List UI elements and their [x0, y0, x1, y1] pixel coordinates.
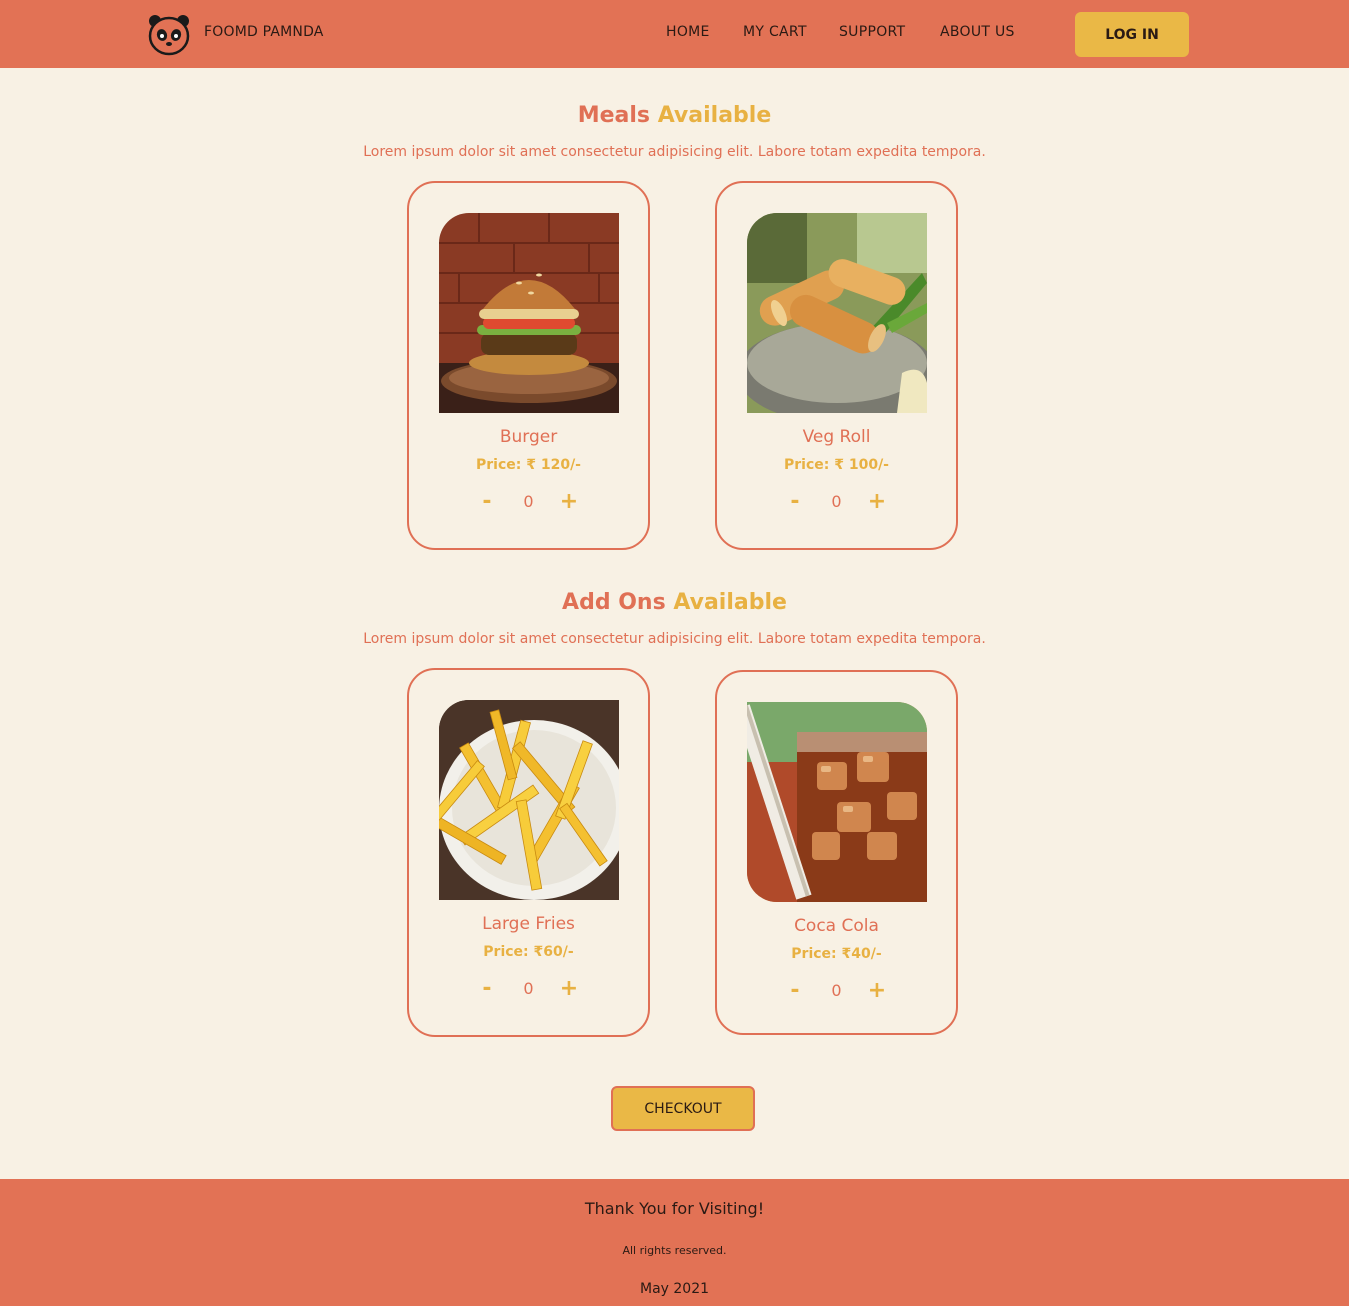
quantity-stepper: - 0 + — [409, 489, 648, 515]
item-name: Large Fries — [482, 914, 575, 934]
item-name: Coca Cola — [794, 916, 879, 936]
veg-roll-image — [747, 213, 927, 413]
footer-thanks: Thank You for Visiting! — [584, 1199, 765, 1218]
nav-my-cart[interactable]: MY CART — [743, 24, 807, 40]
addons-title-part2: Available — [673, 590, 787, 615]
quantity-value: 0 — [523, 979, 534, 998]
item-price: Price: ₹60/- — [483, 944, 574, 960]
nav-home[interactable]: HOME — [666, 24, 710, 40]
item-price: Price: ₹ 120/- — [476, 457, 581, 473]
login-button[interactable]: LOG IN — [1075, 12, 1189, 57]
addons-subtitle: Lorem ipsum dolor sit amet consectetur a… — [363, 631, 986, 647]
panda-icon[interactable] — [147, 12, 191, 56]
cola-image — [747, 702, 927, 902]
meals-title-part2: Available — [657, 103, 772, 128]
item-price: Price: ₹ 100/- — [784, 457, 889, 473]
fries-image — [439, 700, 619, 900]
checkout-button[interactable]: CHECKOUT — [611, 1086, 755, 1131]
meals-title: Meals Available — [0, 103, 1349, 128]
meals-subtitle: Lorem ipsum dolor sit amet consectetur a… — [363, 144, 986, 160]
nav-support[interactable]: SUPPORT — [839, 24, 905, 40]
header: FOOMD PAMNDA HOME MY CART SUPPORT ABOUT … — [0, 0, 1349, 68]
meal-card-burger: Burger Price: ₹ 120/- - 0 + — [407, 181, 650, 550]
meal-card-veg-roll: Veg Roll Price: ₹ 100/- - 0 + — [715, 181, 958, 550]
increment-button[interactable]: + — [865, 978, 889, 1004]
quantity-stepper: - 0 + — [717, 489, 956, 515]
item-name: Veg Roll — [802, 427, 871, 447]
quantity-value: 0 — [831, 492, 842, 511]
footer: Thank You for Visiting! All rights reser… — [0, 1179, 1349, 1306]
addons-title: Add Ons Available — [0, 590, 1349, 615]
footer-rights: All rights reserved. — [622, 1244, 727, 1257]
quantity-stepper: - 0 + — [409, 976, 648, 1002]
increment-button[interactable]: + — [557, 976, 581, 1002]
meals-title-part1: Meals — [577, 103, 651, 128]
footer-date: May 2021 — [639, 1281, 710, 1297]
brand-name[interactable]: FOOMD PAMNDA — [204, 24, 324, 40]
burger-image — [439, 213, 619, 413]
addon-card-fries: Large Fries Price: ₹60/- - 0 + — [407, 668, 650, 1037]
item-price: Price: ₹40/- — [791, 946, 882, 962]
addon-card-cola: Coca Cola Price: ₹40/- - 0 + — [715, 670, 958, 1035]
item-name: Burger — [499, 427, 558, 447]
quantity-stepper: - 0 + — [717, 978, 956, 1004]
addons-title-part1: Add Ons — [562, 590, 666, 615]
quantity-value: 0 — [523, 492, 534, 511]
quantity-value: 0 — [831, 981, 842, 1000]
increment-button[interactable]: + — [557, 489, 581, 515]
increment-button[interactable]: + — [865, 489, 889, 515]
nav-about-us[interactable]: ABOUT US — [940, 24, 1015, 40]
